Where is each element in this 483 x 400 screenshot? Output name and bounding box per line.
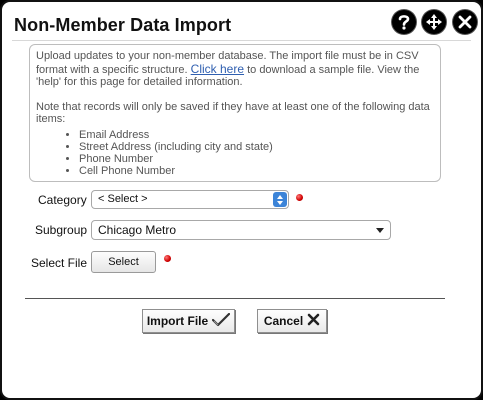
required-items-list: Email Address Street Address (including … [36,129,434,177]
chevron-down-icon [376,228,384,233]
list-item: Email Address [79,129,434,141]
checkmark-icon [212,312,231,330]
sample-file-link[interactable]: Click here [191,62,244,76]
subgroup-select[interactable]: Chicago Metro [91,220,391,240]
select-file-button[interactable]: Select [91,251,156,273]
question-icon [397,14,411,30]
list-item: Street Address (including city and state… [79,141,434,153]
subgroup-label: Subgroup [35,223,88,237]
import-file-label: Import File [146,314,209,328]
subgroup-value: Chicago Metro [98,223,177,237]
intro-text: Upload updates to your non-member databa… [36,50,420,88]
move-button[interactable] [422,10,446,34]
select-file-label: Select File [31,256,88,270]
required-indicator [296,194,303,201]
close-button[interactable] [453,10,477,34]
required-indicator [164,255,171,262]
category-value: < Select > [98,193,148,205]
footer-divider [25,298,445,299]
list-item: Cell Phone Number [79,165,434,177]
close-icon [458,15,472,29]
list-item: Phone Number [79,153,434,165]
title-divider [12,40,471,41]
category-select[interactable]: < Select > [91,190,289,209]
move-arrows-icon [425,13,443,31]
dialog-title: Non-Member Data Import [14,15,232,35]
instructions-panel: Upload updates to your non-member databa… [29,44,441,182]
x-icon [307,313,320,329]
select-arrows-icon [273,192,287,207]
category-label: Category [38,193,87,207]
import-file-button[interactable]: Import File [142,309,235,333]
cancel-label: Cancel [263,314,304,328]
help-button[interactable] [392,10,416,34]
note-text: Note that records will only be saved if … [36,100,430,126]
import-dialog: Non-Member Data Import Upload updates to… [0,0,483,400]
cancel-button[interactable]: Cancel [257,309,327,333]
